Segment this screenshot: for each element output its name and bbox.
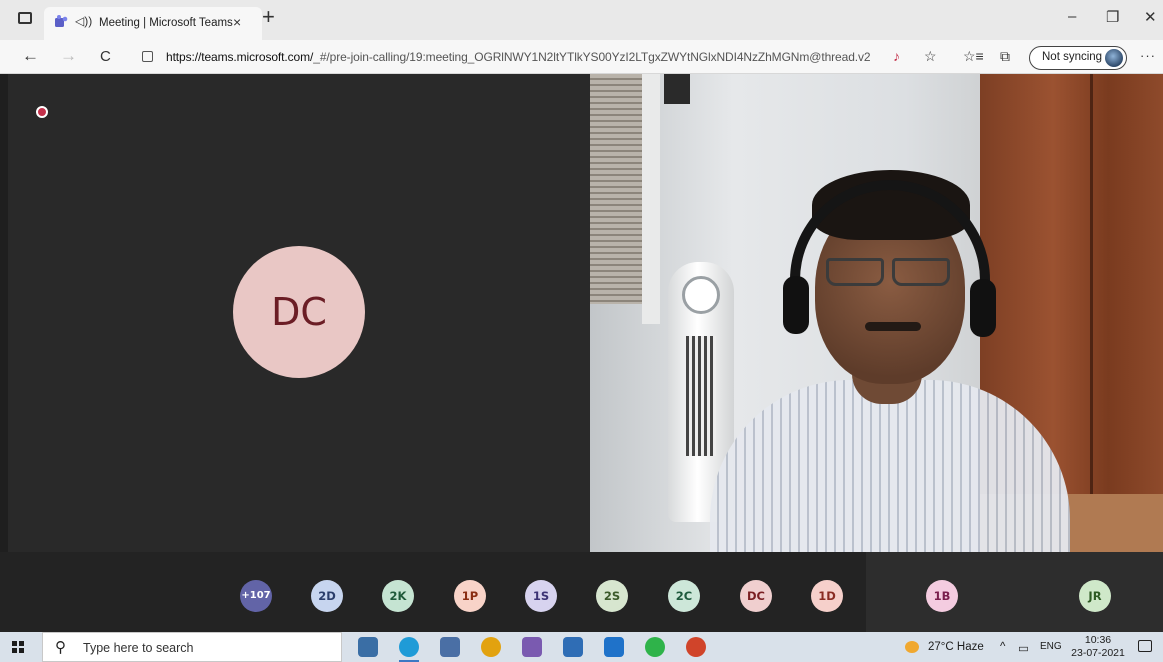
participant-avatar-large: DC [233, 246, 365, 378]
lock-icon[interactable] [142, 51, 153, 62]
tracking-icon[interactable]: ♪ [893, 48, 900, 64]
participant-avatar[interactable]: +107 [240, 580, 272, 612]
participant-tile-dc[interactable]: DC [8, 74, 590, 552]
windows-taskbar: ⚲ Type here to search 27°C Haze ^ ▭ ENG … [0, 632, 1163, 662]
window-frame [642, 74, 660, 324]
tab-meeting[interactable]: ◁)) Meeting | Microsoft Teams × [44, 7, 262, 40]
participant-avatar[interactable]: 1D [811, 580, 843, 612]
participant-avatar[interactable]: 2S [596, 580, 628, 612]
teams-icon [55, 15, 68, 27]
taskbar-search-input[interactable]: ⚲ Type here to search [42, 632, 342, 662]
taskbar-clock[interactable]: 10:36 23-07-2021 [1070, 634, 1126, 660]
headphone-cup-left [783, 276, 809, 334]
participant-avatar[interactable]: 2D [311, 580, 343, 612]
mustache [865, 322, 921, 331]
search-placeholder: Type here to search [83, 641, 194, 655]
participant-strip-overflow [866, 552, 1163, 632]
chrome-icon[interactable] [481, 637, 501, 657]
profile-sync-button[interactable]: Not syncing [1029, 46, 1127, 70]
browser-tab-bar: ◁)) Meeting | Microsoft Teams × + – ❐ ✕ [0, 0, 1163, 40]
whatsapp-icon[interactable] [645, 637, 665, 657]
recording-indicator-icon [36, 106, 48, 118]
refresh-icon[interactable]: C [100, 48, 111, 65]
file-explorer-icon[interactable] [563, 637, 583, 657]
fan-control-dial [682, 276, 720, 314]
url-path: _#/pre-join-calling/19:meeting_OGRlNWY1N… [313, 50, 871, 64]
participant-avatar[interactable]: DC [740, 580, 772, 612]
glasses-left-lens [826, 258, 884, 286]
back-icon[interactable]: ← [22, 46, 39, 66]
clock-date: 23-07-2021 [1071, 647, 1125, 659]
tab-actions-icon[interactable] [18, 12, 32, 24]
speaker-icon[interactable]: ◁)) [75, 14, 92, 28]
weather-text[interactable]: 27°C Haze [928, 641, 984, 653]
headphone-cup-right [970, 279, 996, 337]
chevron-up-icon[interactable]: ^ [1000, 641, 1005, 653]
participant-avatar[interactable]: 2K [382, 580, 414, 612]
game-icon[interactable] [522, 637, 542, 657]
more-options-icon[interactable]: ··· [1140, 48, 1156, 63]
url-domain: https://teams.microsoft.com/ [166, 50, 314, 64]
participant-avatar[interactable]: 1S [525, 580, 557, 612]
favorites-list-icon[interactable]: ☆≡ [963, 48, 984, 65]
participant-video-tile[interactable] [590, 74, 1163, 552]
url-text: https://teams.microsoft.com/_#/pre-join-… [166, 50, 871, 64]
mail-icon[interactable] [604, 637, 624, 657]
language-indicator[interactable]: ENG [1040, 641, 1062, 652]
sync-label: Not syncing [1042, 51, 1103, 63]
address-bar: ← → C https://teams.microsoft.com/_#/pre… [0, 40, 1163, 74]
tab-close-icon[interactable]: × [233, 14, 241, 30]
wardrobe-door-gap [1090, 74, 1093, 494]
participant-avatar[interactable]: 1P [454, 580, 486, 612]
task-view-icon[interactable] [358, 637, 378, 657]
close-window-button[interactable]: ✕ [1144, 8, 1157, 26]
tab-title: Meeting | Microsoft Teams [99, 17, 233, 29]
profile-avatar [1105, 49, 1123, 67]
powerpoint-icon[interactable] [686, 637, 706, 657]
weather-icon[interactable] [905, 641, 919, 653]
minimize-button[interactable]: – [1068, 8, 1076, 25]
fan-grill [686, 336, 716, 456]
glasses-right-lens [892, 258, 950, 286]
participant-strip: +107 2D 2K 1P 1S 2S 2C DC 1D 1B JR [0, 552, 1163, 632]
restore-button[interactable]: ❐ [1106, 8, 1119, 26]
forward-icon[interactable]: → [60, 46, 77, 66]
participant-avatar[interactable]: JR [1079, 580, 1111, 612]
windows-start-icon[interactable] [12, 641, 24, 653]
search-icon: ⚲ [55, 639, 66, 656]
battery-icon[interactable]: ▭ [1018, 641, 1029, 655]
participant-avatar[interactable]: 1B [926, 580, 958, 612]
collections-icon[interactable]: ⧉ [1000, 48, 1010, 65]
window-blinds [590, 74, 642, 304]
new-tab-button[interactable]: + [262, 6, 275, 28]
meeting-stage: DC [0, 74, 1163, 552]
participant-avatar[interactable]: 2C [668, 580, 700, 612]
notification-icon[interactable] [1138, 640, 1152, 652]
favorite-star-icon[interactable]: ☆ [924, 48, 937, 65]
edge-icon[interactable] [399, 637, 419, 657]
store-icon[interactable] [440, 637, 460, 657]
wall-frame [664, 74, 690, 104]
url-field[interactable]: https://teams.microsoft.com/_#/pre-join-… [132, 44, 874, 70]
clock-time: 10:36 [1084, 634, 1112, 646]
